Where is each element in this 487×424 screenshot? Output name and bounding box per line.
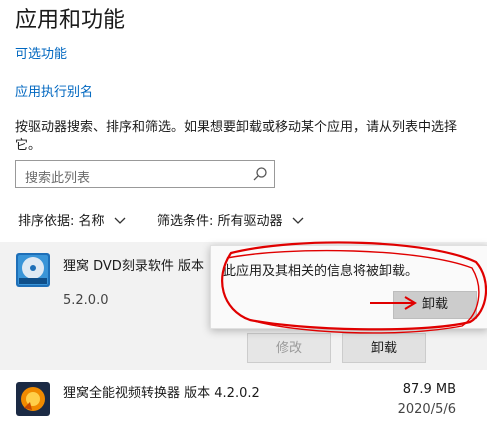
search-input[interactable]: 搜索此列表 <box>15 160 275 188</box>
app-execution-aliases-link[interactable]: 应用执行别名 <box>15 81 93 100</box>
video-converter-app-icon <box>16 382 50 416</box>
filter-value: 所有驱动器 <box>217 214 283 229</box>
modify-button[interactable]: 修改 <box>247 333 331 363</box>
dvd-burner-app-icon <box>16 253 50 287</box>
search-placeholder: 搜索此列表 <box>25 171 91 186</box>
sort-label: 排序依据: <box>18 214 75 229</box>
chevron-down-icon <box>114 217 126 224</box>
page-title: 应用和功能 <box>15 8 126 33</box>
app-size: 87.9 MB <box>402 382 456 397</box>
uninstall-button[interactable]: 卸载 <box>342 333 426 363</box>
app-name: 狸窝全能视频转换器 版本 4.2.0.2 <box>63 386 260 401</box>
popup-message: 此应用及其相关的信息将被卸载。 <box>223 264 419 279</box>
description-text: 按驱动器搜索、排序和筛选。如果想要卸载或移动某个应用，请从列表中选择它。 <box>15 120 458 153</box>
sort-dropdown[interactable]: 排序依据: 名称 <box>18 210 127 229</box>
optional-features-link[interactable]: 可选功能 <box>15 43 67 62</box>
filter-label: 筛选条件: <box>157 214 214 229</box>
chevron-down-icon <box>292 217 304 224</box>
filter-dropdown[interactable]: 筛选条件: 所有驱动器 <box>157 210 305 229</box>
uninstall-confirm-popup: 此应用及其相关的信息将被卸载。 卸载 <box>210 245 487 329</box>
app-install-date: 2020/5/6 <box>397 402 456 417</box>
app-name: 狸窝 DVD刻录软件 版本 <box>63 259 204 274</box>
search-icon <box>253 167 267 181</box>
app-version: 5.2.0.0 <box>63 293 109 308</box>
sort-value: 名称 <box>78 214 105 229</box>
confirm-uninstall-button[interactable]: 卸载 <box>393 291 477 319</box>
